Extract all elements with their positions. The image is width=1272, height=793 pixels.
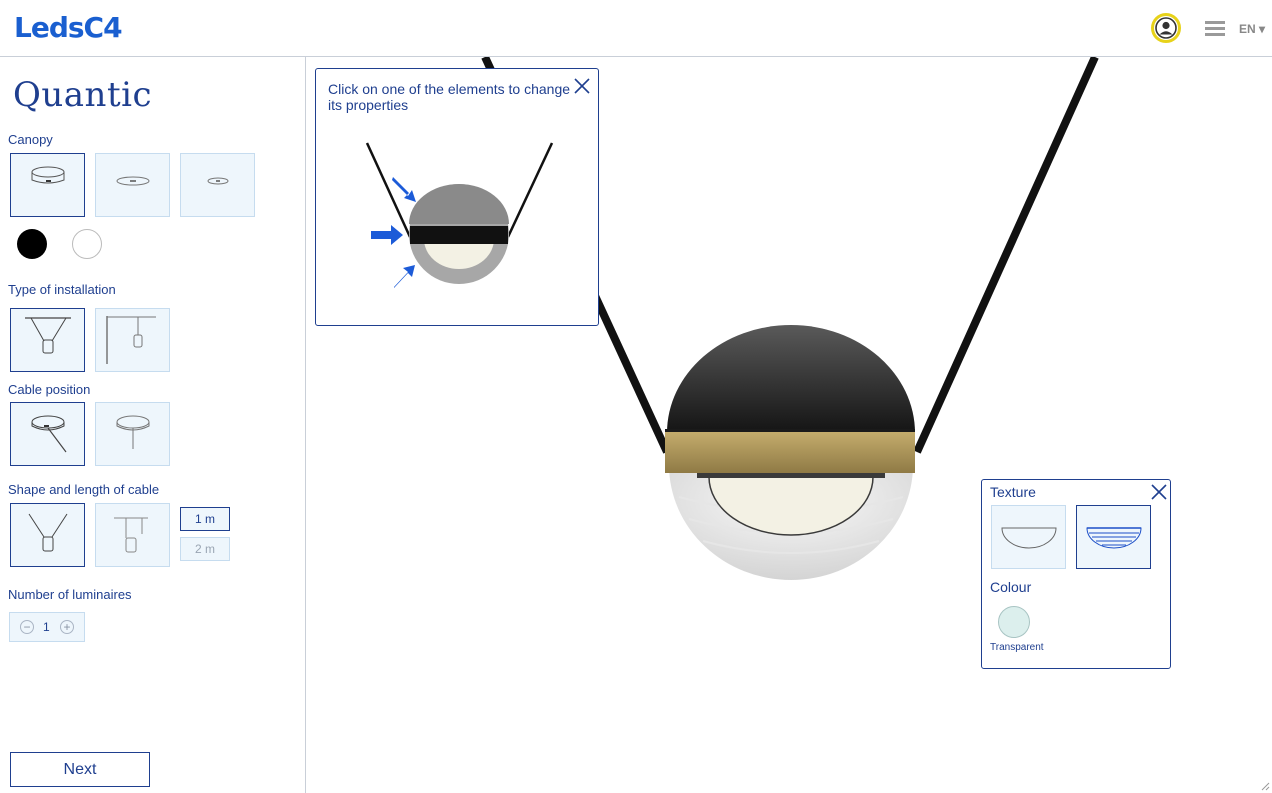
- colour-label: Colour: [990, 579, 1032, 595]
- texture-label: Texture: [990, 484, 1036, 500]
- increment-button[interactable]: +: [60, 620, 74, 634]
- right-cable: [913, 57, 1099, 454]
- cable-shape-option-v[interactable]: [10, 503, 85, 567]
- cable-length-2m-button[interactable]: 2 m: [180, 537, 230, 561]
- section-label-installation: Type of installation: [8, 282, 116, 297]
- cable-shape-option-straight[interactable]: [95, 503, 170, 567]
- texture-option-smooth[interactable]: [991, 505, 1066, 569]
- canopy-color-black[interactable]: [17, 229, 47, 259]
- texture-popup: Texture Colour Transparent: [981, 479, 1171, 669]
- texture-option-ribbed[interactable]: [1076, 505, 1151, 569]
- cable-position-option-angled[interactable]: [10, 402, 85, 466]
- brand-logo[interactable]: LedsC4: [14, 11, 123, 44]
- section-label-luminaires: Number of luminaires: [8, 587, 132, 602]
- configurator-sidebar: Quantic Canopy Type of installation Cabl…: [0, 57, 306, 793]
- user-icon[interactable]: [1151, 13, 1181, 43]
- section-label-cable-position: Cable position: [8, 382, 91, 397]
- resize-handle-icon[interactable]: [1260, 781, 1270, 791]
- hint-illustration: [365, 142, 554, 288]
- next-button[interactable]: Next: [10, 752, 150, 787]
- installation-option-wall[interactable]: [95, 308, 170, 372]
- language-selector[interactable]: EN ▾: [1239, 22, 1265, 36]
- close-icon[interactable]: [1150, 483, 1168, 501]
- canopy-color-white[interactable]: [72, 229, 102, 259]
- menu-icon[interactable]: [1205, 21, 1225, 37]
- canopy-option-medium[interactable]: [95, 153, 170, 217]
- header: LedsC4 EN ▾: [0, 0, 1272, 57]
- canopy-option-small[interactable]: [180, 153, 255, 217]
- metal-band: [665, 431, 915, 473]
- cable-position-option-vertical[interactable]: [95, 402, 170, 466]
- cable-length-1m-button[interactable]: 1 m: [180, 507, 230, 531]
- product-title: Quantic: [13, 75, 153, 115]
- hint-popup: Click on one of the elements to change i…: [315, 68, 599, 326]
- installation-option-ceiling[interactable]: [10, 308, 85, 372]
- colour-swatch-transparent[interactable]: [998, 606, 1030, 638]
- top-shell: [667, 325, 915, 433]
- luminaires-stepper: − 1 +: [9, 612, 85, 642]
- section-label-cable-shape: Shape and length of cable: [8, 482, 160, 497]
- luminaires-count: 1: [43, 620, 50, 634]
- colour-name: Transparent: [990, 642, 1044, 653]
- section-label-canopy: Canopy: [8, 132, 53, 147]
- decrement-button[interactable]: −: [20, 620, 34, 634]
- canopy-option-large[interactable]: [10, 153, 85, 217]
